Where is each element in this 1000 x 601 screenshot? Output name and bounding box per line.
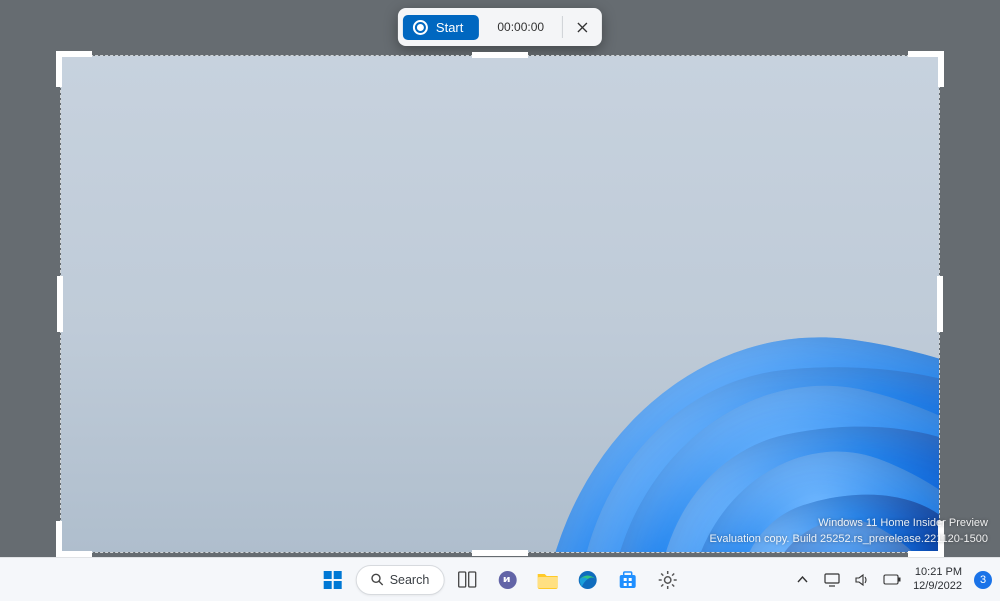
edge-icon (577, 570, 597, 590)
network-icon-button[interactable] (823, 571, 841, 589)
clock-time: 10:21 PM (913, 566, 962, 579)
microsoft-store-button[interactable] (610, 563, 644, 597)
chat-icon (497, 570, 517, 590)
battery-icon (883, 574, 901, 585)
notification-center-button[interactable]: 3 (974, 571, 992, 589)
monitor-icon (824, 573, 840, 587)
clock-date: 12/9/2022 (913, 580, 962, 593)
store-icon (617, 570, 637, 590)
volume-icon-button[interactable] (853, 571, 871, 589)
start-recording-button[interactable]: Start (403, 15, 479, 40)
toolbar-divider (562, 16, 563, 38)
close-icon (577, 22, 588, 33)
start-button-label: Start (436, 20, 463, 35)
recording-timer: 00:00:00 (483, 20, 558, 34)
gear-icon (657, 570, 677, 590)
search-label: Search (390, 573, 430, 587)
resize-handle-bottom[interactable] (472, 550, 528, 556)
close-recorder-button[interactable] (567, 13, 597, 41)
edge-browser-button[interactable] (570, 563, 604, 597)
battery-icon-button[interactable] (883, 571, 901, 589)
clock-button[interactable]: 10:21 PM 12/9/2022 (913, 566, 962, 592)
taskbar: Search (0, 557, 1000, 601)
chevron-up-icon (797, 576, 808, 584)
windows-logo-icon (323, 570, 343, 590)
recorder-toolbar: Start 00:00:00 (398, 8, 602, 46)
resize-handle-left[interactable] (57, 276, 63, 332)
file-explorer-button[interactable] (530, 563, 564, 597)
capture-selection-area[interactable] (60, 55, 940, 553)
folder-icon (536, 571, 558, 589)
evaluation-watermark: Windows 11 Home Insider Preview Evaluati… (710, 516, 988, 547)
start-menu-button[interactable] (316, 563, 350, 597)
tray-overflow-button[interactable] (793, 571, 811, 589)
task-view-button[interactable] (450, 563, 484, 597)
search-button[interactable]: Search (356, 565, 445, 595)
desktop-wallpaper (61, 56, 939, 552)
task-view-icon (458, 571, 477, 588)
taskbar-center: Search (316, 563, 685, 597)
resize-handle-right[interactable] (937, 276, 943, 332)
search-icon (371, 573, 384, 586)
notification-count: 3 (980, 574, 986, 586)
record-icon (413, 20, 428, 35)
resize-handle-top[interactable] (472, 52, 528, 58)
watermark-line-2: Evaluation copy. Build 25252.rs_prerelea… (710, 532, 988, 547)
settings-button[interactable] (650, 563, 684, 597)
chat-button[interactable] (490, 563, 524, 597)
speaker-icon (855, 573, 870, 587)
watermark-line-1: Windows 11 Home Insider Preview (710, 516, 988, 531)
system-tray: 10:21 PM 12/9/2022 3 (793, 566, 1000, 592)
